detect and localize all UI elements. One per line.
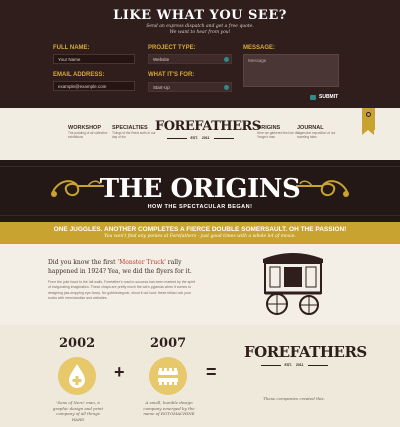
submit-label: SUBMIT	[319, 94, 339, 100]
full-name-label: FULL NAME:	[53, 45, 90, 51]
project-type-value: Website	[153, 57, 170, 62]
email-field[interactable]: example@example.com	[53, 81, 135, 91]
story-lead: Did you know the first 'Monster Truck' r…	[48, 258, 198, 276]
full-name-field[interactable]: Your Name	[53, 54, 135, 64]
what-for-select[interactable]: Start-Up	[148, 82, 232, 92]
chevron-down-icon	[224, 57, 229, 62]
contact-subtitle-line-1: Send an express dispatch and get a free …	[146, 24, 254, 29]
circus-wagon-illustration	[263, 253, 323, 315]
logo-est: EST.	[190, 136, 198, 140]
nav-item-desc: Things of the finest sorts in our day of…	[112, 131, 156, 139]
project-type-select[interactable]: Website	[148, 54, 232, 64]
logo-est-line: EST. 2011	[155, 136, 245, 140]
submit-button[interactable]: SUBMIT	[310, 93, 338, 101]
caption-logo: These companies created this.	[263, 396, 325, 401]
hero-subtitle: HOW THE SPECTACULAR BEGAN!	[147, 204, 253, 210]
nav-item-journal[interactable]: JOURNAL A genuine exposition of our trav…	[297, 125, 343, 139]
forefathers-logo[interactable]: FOREFATHERS EST. 2011	[155, 115, 261, 155]
story-section: Did you know the first 'Monster Truck' r…	[0, 244, 400, 325]
forefathers-logo-large: FOREFATHERS EST. 2011	[244, 343, 367, 367]
plus-operator: +	[114, 362, 125, 382]
logo-wordmark: FOREFATHERS	[244, 343, 367, 361]
caption-right: A small, humble design company emerged b…	[143, 400, 195, 416]
project-type-label: PROJECT TYPE:	[148, 45, 196, 51]
gear-teeth-icon	[149, 357, 187, 395]
email-label: EMAIL ADDRESS:	[53, 72, 105, 78]
badge-icon	[366, 112, 371, 117]
envelope-icon	[310, 94, 316, 100]
contact-title: LIKE WHAT YOU SEE?	[113, 8, 287, 23]
band-title: ONE JUGGLES. ANOTHER COMPLETES A FIERCE …	[53, 226, 347, 233]
contact-subtitle: Send an express dispatch and get a free …	[0, 24, 400, 36]
nav-item-specialties[interactable]: SPECIALTIES Things of the finest sorts i…	[112, 125, 158, 139]
logo-est: EST.	[284, 363, 292, 367]
message-textarea[interactable]: Message	[243, 54, 339, 87]
chevron-down-icon	[224, 85, 229, 90]
message-label: MESSAGE:	[243, 45, 276, 51]
logo-year: 2011	[201, 136, 210, 140]
year-right: 2007	[150, 336, 187, 351]
nav-item-desc: A genuine exposition of our traveling ta…	[297, 131, 336, 139]
hero-title: THE ORIGINS	[99, 174, 301, 204]
logo-wordmark: FOREFATHERS	[155, 119, 261, 134]
logo-year: 2011	[295, 363, 304, 367]
caption-left: 'Sons of Nero' man, a graphic design and…	[52, 400, 104, 422]
what-for-value: Start-Up	[153, 85, 170, 90]
story-lead-text: Did you know the first	[48, 259, 118, 266]
equals-operator: =	[206, 362, 217, 382]
story-body: From the joke fount to the tall walls, F…	[48, 280, 195, 300]
nav-item-desc: The pudding of all collective exhibition…	[68, 131, 108, 139]
band-subtitle: You won't find any ponies at Forefathers…	[104, 234, 296, 239]
year-left: 2002	[59, 336, 96, 351]
origins-hero: THE ORIGINS HOW THE SPECTACULAR BEGAN!	[0, 160, 400, 222]
what-for-label: WHAT IT'S FOR:	[148, 72, 195, 78]
logo-est-line: EST. 2011	[244, 363, 344, 367]
story-lead-highlight: 'Monster Truck'	[117, 259, 166, 266]
bookmark-ribbon[interactable]	[362, 108, 375, 135]
drop-plus-icon	[58, 357, 96, 395]
contact-section: LIKE WHAT YOU SEE? Send an express dispa…	[0, 0, 400, 108]
nav-item-workshop[interactable]: WORKSHOP The pudding of all collective e…	[68, 125, 114, 139]
contact-subtitle-line-2: We want to hear from you!	[169, 30, 231, 35]
tagline-band: ONE JUGGLES. ANOTHER COMPLETES A FIERCE …	[0, 222, 400, 244]
